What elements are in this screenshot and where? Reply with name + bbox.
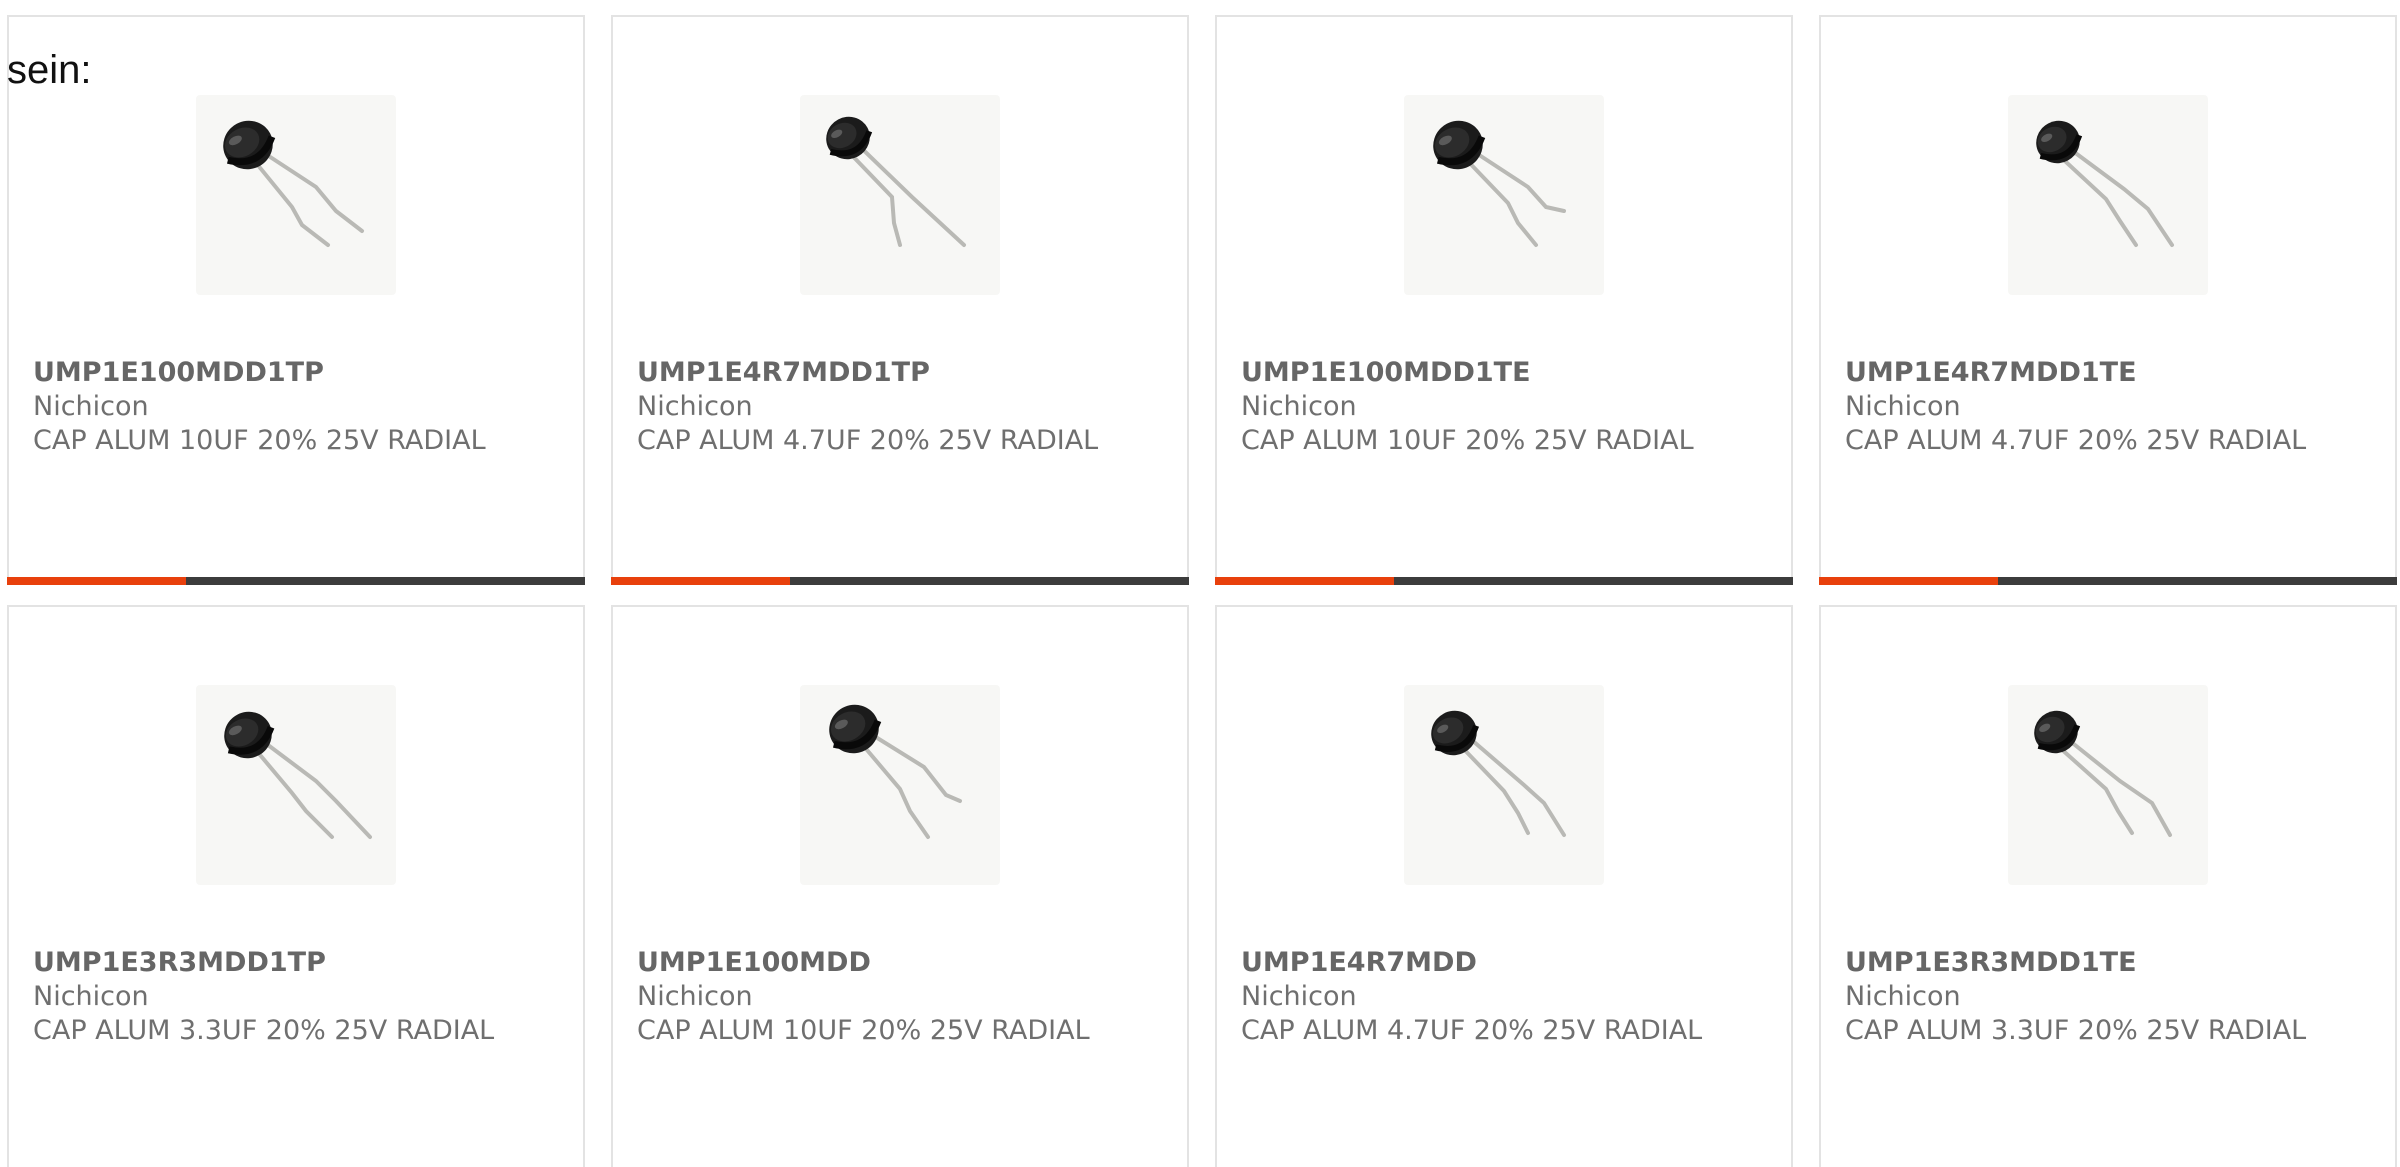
intro-text: sein:	[7, 48, 92, 92]
product-card[interactable]: UMP1E100MDD1TP Nichicon CAP ALUM 10UF 20…	[7, 15, 585, 585]
product-description: CAP ALUM 10UF 20% 25V RADIAL	[33, 425, 486, 456]
product-image[interactable]	[1404, 685, 1604, 885]
product-card[interactable]: UMP1E100MDD Nichicon CAP ALUM 10UF 20% 2…	[611, 605, 1189, 1167]
manufacturer: Nichicon	[1241, 981, 1357, 1012]
product-image[interactable]	[2008, 95, 2208, 295]
card-progress-fill	[611, 577, 791, 585]
part-number[interactable]: UMP1E4R7MDD1TE	[1845, 356, 2379, 390]
electrolytic-capacitor-icon	[2036, 120, 2174, 247]
card-progress-bar	[611, 577, 1189, 585]
part-number[interactable]: UMP1E3R3MDD1TP	[33, 946, 567, 980]
product-card[interactable]: UMP1E3R3MDD1TP Nichicon CAP ALUM 3.3UF 2…	[7, 605, 585, 1167]
manufacturer: Nichicon	[637, 981, 753, 1012]
product-description: CAP ALUM 4.7UF 20% 25V RADIAL	[1845, 425, 2307, 456]
manufacturer: Nichicon	[1845, 391, 1961, 422]
electrolytic-capacitor-icon	[224, 711, 372, 839]
manufacturer: Nichicon	[33, 981, 149, 1012]
electrolytic-capacitor-icon	[1431, 710, 1566, 837]
product-image[interactable]	[800, 95, 1000, 295]
card-progress-fill	[1819, 577, 1999, 585]
card-progress-fill	[7, 577, 187, 585]
product-description: CAP ALUM 10UF 20% 25V RADIAL	[637, 1015, 1090, 1046]
product-card[interactable]: UMP1E4R7MDD1TP Nichicon CAP ALUM 4.7UF 2…	[611, 15, 1189, 585]
manufacturer: Nichicon	[33, 391, 149, 422]
part-number[interactable]: UMP1E3R3MDD1TE	[1845, 946, 2379, 980]
part-number[interactable]: UMP1E4R7MDD	[1241, 946, 1775, 980]
product-image[interactable]	[196, 95, 396, 295]
product-description: CAP ALUM 10UF 20% 25V RADIAL	[1241, 425, 1694, 456]
product-description: CAP ALUM 3.3UF 20% 25V RADIAL	[33, 1015, 495, 1046]
electrolytic-capacitor-icon	[2034, 710, 2172, 837]
product-description: CAP ALUM 4.7UF 20% 25V RADIAL	[637, 425, 1099, 456]
part-number[interactable]: UMP1E4R7MDD1TP	[637, 356, 1171, 390]
product-image[interactable]	[1404, 95, 1604, 295]
manufacturer: Nichicon	[1845, 981, 1961, 1012]
product-card[interactable]: UMP1E3R3MDD1TE Nichicon CAP ALUM 3.3UF 2…	[1819, 605, 2397, 1167]
product-description: CAP ALUM 4.7UF 20% 25V RADIAL	[1241, 1015, 1703, 1046]
part-number[interactable]: UMP1E100MDD	[637, 946, 1171, 980]
product-card[interactable]: UMP1E4R7MDD1TE Nichicon CAP ALUM 4.7UF 2…	[1819, 15, 2397, 585]
product-card[interactable]: UMP1E4R7MDD Nichicon CAP ALUM 4.7UF 20% …	[1215, 605, 1793, 1167]
card-progress-bar	[7, 577, 585, 585]
electrolytic-capacitor-icon	[829, 704, 962, 839]
card-progress-fill	[1215, 577, 1395, 585]
card-progress-bar	[1215, 577, 1793, 585]
product-card[interactable]: UMP1E100MDD1TE Nichicon CAP ALUM 10UF 20…	[1215, 15, 1793, 585]
product-image[interactable]	[2008, 685, 2208, 885]
product-description: CAP ALUM 3.3UF 20% 25V RADIAL	[1845, 1015, 2307, 1046]
part-number[interactable]: UMP1E100MDD1TP	[33, 356, 567, 390]
manufacturer: Nichicon	[637, 391, 753, 422]
part-number[interactable]: UMP1E100MDD1TE	[1241, 356, 1775, 390]
electrolytic-capacitor-icon	[1433, 120, 1566, 247]
card-progress-bar	[1819, 577, 2397, 585]
product-image[interactable]	[800, 685, 1000, 885]
electrolytic-capacitor-icon	[223, 120, 364, 247]
product-image[interactable]	[196, 685, 396, 885]
electrolytic-capacitor-icon	[826, 116, 966, 247]
manufacturer: Nichicon	[1241, 391, 1357, 422]
